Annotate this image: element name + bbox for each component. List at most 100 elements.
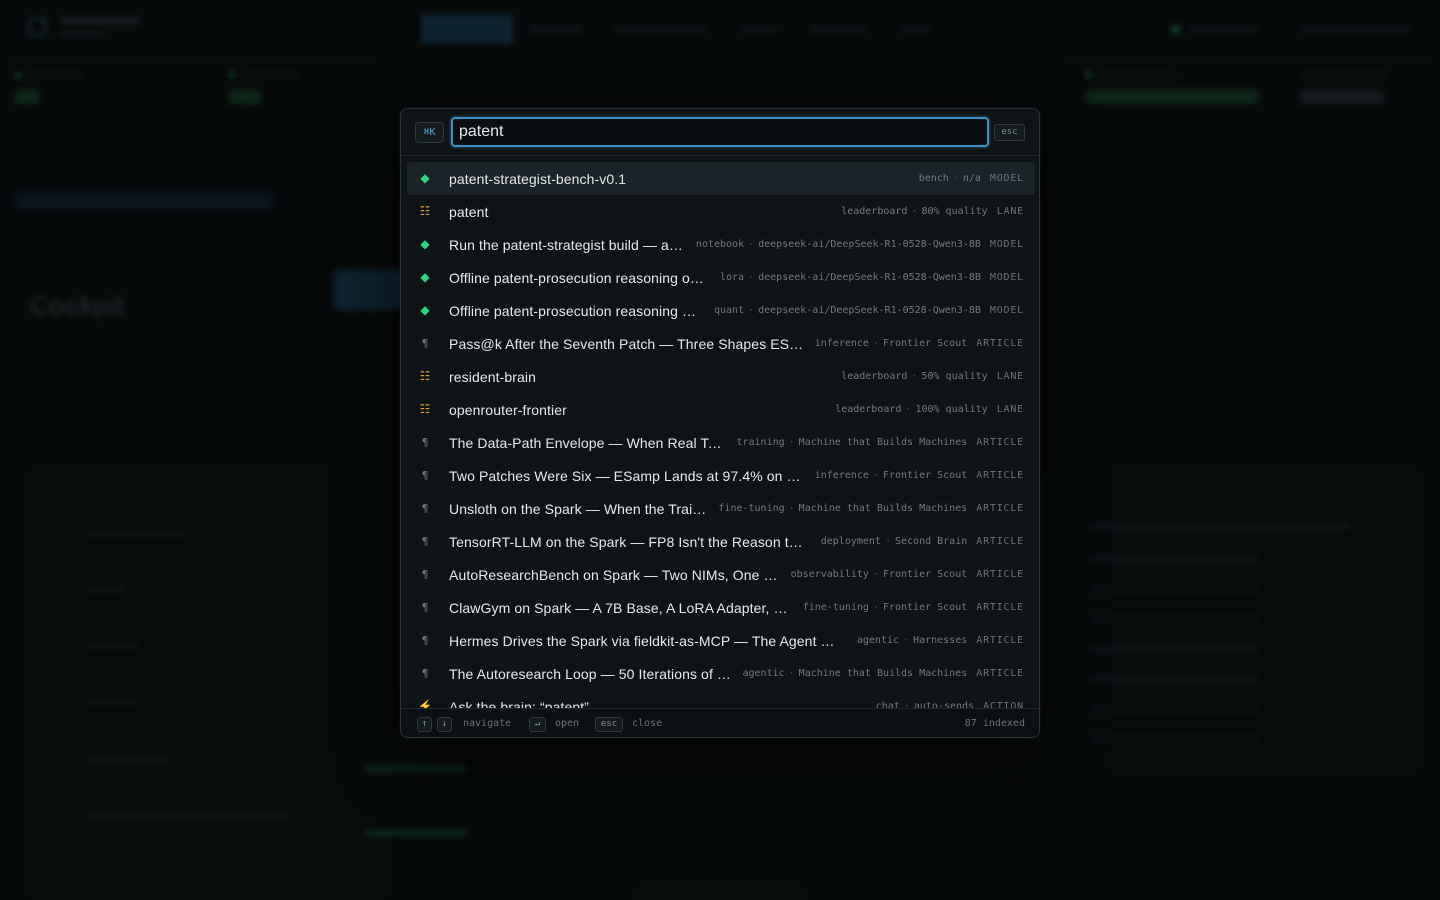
result-kind: ACTION <box>983 701 1024 708</box>
result-detail: Frontier Scout <box>882 470 968 481</box>
diamond-icon: ◆ <box>420 237 430 251</box>
result-tag: leaderboard <box>841 371 908 382</box>
result-label: Ask the brain: “patent” <box>449 698 590 709</box>
result-item[interactable]: ☷ openrouter-frontier leaderboard · 100% qua… <box>407 393 1035 426</box>
result-detail: Frontier Scout <box>882 338 968 349</box>
list-icon: ☷ <box>419 369 431 383</box>
result-item[interactable]: ☷ patent leaderboard · 80% quality LANE <box>407 195 1035 228</box>
bolt-icon: ⚡ <box>417 699 433 708</box>
result-item[interactable]: ¶ The Autoresearch Loop — 50 Iterations o… <box>407 657 1035 690</box>
separator-dot: · <box>788 437 795 448</box>
command-palette: ⌘K esc ◆ patent-strategist-bench-v0.1 benc… <box>400 108 1040 738</box>
result-tag: fine-tuning <box>718 503 785 514</box>
result-label: TensorRT-LLM on the Spark — FP8 Isn't th… <box>449 533 803 550</box>
result-item[interactable]: ◆ patent-strategist-bench-v0.1 bench · n/a MO… <box>407 162 1035 195</box>
result-detail: deepseek-ai/DeepSeek-R1-0528-Qwen3-8B <box>758 239 981 250</box>
search-input[interactable] <box>451 117 989 147</box>
indexed-count: 87 indexed <box>964 718 1025 729</box>
result-item[interactable]: ⚡ Ask the brain: “patent” chat · auto-sends A… <box>407 690 1035 709</box>
result-meta: fine-tuning · Machine that Builds Machines… <box>708 503 1035 514</box>
pilcrow-icon: ¶ <box>421 634 429 647</box>
result-kind: LANE <box>996 206 1024 217</box>
result-item[interactable]: ◆ Offline patent-prosecution reasoning o…… <box>407 261 1035 294</box>
pilcrow-icon: ¶ <box>421 601 429 614</box>
result-meta: leaderboard · 80% quality LANE <box>831 206 1035 217</box>
separator-dot: · <box>903 635 910 646</box>
result-meta: agentic · Machine that Builds Machines ARTI… <box>732 668 1035 679</box>
esc-button[interactable]: esc <box>994 124 1025 141</box>
result-item[interactable]: ¶ TensorRT-LLM on the Spark — FP8 Isn't t… <box>407 525 1035 558</box>
palette-footer: ↑ ↓ navigate ↵ open esc close 87 indexed <box>401 708 1039 737</box>
results-list: ◆ patent-strategist-bench-v0.1 bench · n/a MO… <box>401 157 1039 709</box>
result-kind: MODEL <box>989 173 1024 184</box>
result-kind: LANE <box>996 404 1024 415</box>
result-meta: quant · deepseek-ai/DeepSeek-R1-0528-Qwen3… <box>704 305 1035 316</box>
result-tag: bench <box>918 173 949 184</box>
result-kind: ARTICLE <box>976 668 1024 679</box>
result-detail: 100% quality <box>915 404 988 415</box>
result-tag: inference <box>814 470 869 481</box>
result-detail: deepseek-ai/DeepSeek-R1-0528-Qwen3-8B <box>758 272 981 283</box>
separator-dot: · <box>911 371 918 382</box>
result-kind: MODEL <box>989 239 1024 250</box>
close-hint: close <box>632 718 663 729</box>
result-detail: Frontier Scout <box>882 602 968 613</box>
result-kind: MODEL <box>989 305 1024 316</box>
separator-dot: · <box>872 569 879 580</box>
result-detail: n/a <box>962 173 981 184</box>
result-detail: deepseek-ai/DeepSeek-R1-0528-Qwen3-8B <box>758 305 981 316</box>
result-kind: ARTICLE <box>976 338 1024 349</box>
result-item[interactable]: ¶ AutoResearchBench on Spark — Two NIMs, … <box>407 558 1035 591</box>
result-tag: lora <box>720 272 745 283</box>
result-kind: LANE <box>996 371 1024 382</box>
result-item[interactable]: ¶ Two Patches Were Six — ESamp Lands at 9… <box>407 459 1035 492</box>
result-item[interactable]: ¶ Hermes Drives the Spark via fieldkit-as… <box>407 624 1035 657</box>
result-label: AutoResearchBench on Spark — Two NIMs, O… <box>449 566 778 583</box>
result-item[interactable]: ¶ The Data-Path Envelope — When Real To… t… <box>407 426 1035 459</box>
result-tag: chat <box>875 701 900 708</box>
result-meta: inference · Frontier Scout ARTICLE <box>805 338 1035 349</box>
separator-dot: · <box>911 206 918 217</box>
result-label: Unsloth on the Spark — When the Trai… <box>449 500 707 517</box>
separator-dot: · <box>952 173 959 184</box>
result-item[interactable]: ¶ Unsloth on the Spark — When the Trai… fi… <box>407 492 1035 525</box>
result-meta: leaderboard · 100% quality LANE <box>825 404 1035 415</box>
result-detail: 50% quality <box>921 371 988 382</box>
result-meta: deployment · Second Brain ARTICLE <box>811 536 1035 547</box>
result-detail: Machine that Builds Machines <box>798 437 968 448</box>
result-kind: ARTICLE <box>976 437 1024 448</box>
search-row: ⌘K esc <box>401 109 1039 156</box>
result-item[interactable]: ☷ resident-brain leaderboard · 50% quality LA… <box>407 360 1035 393</box>
diamond-icon: ◆ <box>420 303 430 317</box>
result-tag: agentic <box>856 635 900 646</box>
separator-dot: · <box>884 536 891 547</box>
result-tag: leaderboard <box>835 404 902 415</box>
result-label: The Data-Path Envelope — When Real To… <box>449 434 727 451</box>
separator-dot: · <box>748 305 755 316</box>
pilcrow-icon: ¶ <box>421 568 429 581</box>
pilcrow-icon: ¶ <box>421 502 429 515</box>
result-meta: bench · n/a MODEL <box>909 173 1035 184</box>
pilcrow-icon: ¶ <box>421 436 429 449</box>
result-item[interactable]: ◆ Run the patent-strategist build — a… not… <box>407 228 1035 261</box>
result-label: The Autoresearch Loop — 50 Iterations of… <box>449 665 732 682</box>
result-kind: ARTICLE <box>976 536 1024 547</box>
result-tag: leaderboard <box>841 206 908 217</box>
result-meta: chat · auto-sends ACTION <box>866 701 1035 708</box>
diamond-icon: ◆ <box>420 171 430 185</box>
result-detail: Frontier Scout <box>882 569 968 580</box>
result-item[interactable]: ◆ Offline patent-prosecution reasoning … q… <box>407 294 1035 327</box>
separator-dot: · <box>788 668 795 679</box>
result-kind: ARTICLE <box>976 635 1024 646</box>
pilcrow-icon: ¶ <box>421 667 429 680</box>
separator-dot: · <box>748 272 755 283</box>
result-detail: auto-sends <box>913 701 975 708</box>
result-tag: quant <box>713 305 745 316</box>
result-meta: fine-tuning · Frontier Scout ARTICLE <box>793 602 1035 613</box>
result-label: openrouter-frontier <box>449 401 567 418</box>
enter-key: ↵ <box>529 717 546 732</box>
result-detail: Harnesses <box>913 635 968 646</box>
list-icon: ☷ <box>419 402 431 416</box>
result-item[interactable]: ¶ Pass@k After the Seventh Patch — Three … <box>407 327 1035 360</box>
result-item[interactable]: ¶ ClawGym on Spark — A 7B Base, A LoRA Ad… <box>407 591 1035 624</box>
